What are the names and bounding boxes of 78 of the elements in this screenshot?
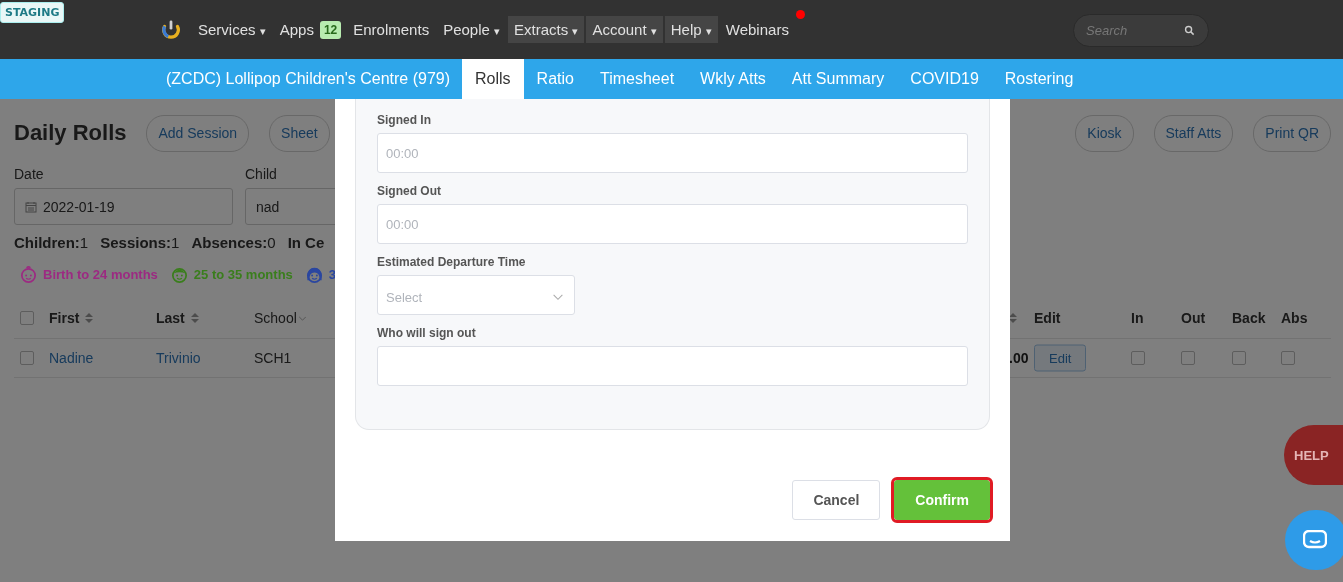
logo-icon[interactable] xyxy=(160,18,182,41)
field-label: Child xyxy=(245,166,278,182)
select-placeholder: Select xyxy=(386,289,423,305)
field-label: Who will sign out xyxy=(377,326,477,340)
chevron-down-icon xyxy=(552,293,564,301)
checkbox[interactable] xyxy=(1131,351,1145,365)
checkbox[interactable] xyxy=(1281,351,1295,365)
field-label: Estimated Departure Time xyxy=(377,255,527,269)
tab[interactable]: Wkly Atts xyxy=(687,59,779,99)
checkbox[interactable] xyxy=(20,351,34,365)
stat-text: Absences:0 xyxy=(191,234,276,251)
pill-button[interactable]: Kiosk xyxy=(1075,114,1134,152)
legend-label: 25 to 35 months xyxy=(193,267,293,282)
field-label: Signed In xyxy=(377,113,432,127)
nav-link[interactable]: People ▾ xyxy=(437,16,507,43)
column-header[interactable]: Last xyxy=(156,310,185,326)
input-field[interactable]: 00:00 xyxy=(377,133,968,173)
nav-link[interactable]: Webinars xyxy=(719,16,795,43)
table-cell: .00 xyxy=(1009,350,1029,366)
stat-text: In Ce xyxy=(287,234,325,251)
field-value: nad xyxy=(256,198,280,215)
nav-link[interactable]: Apps xyxy=(273,16,320,43)
child-face-icon xyxy=(169,265,189,284)
count-badge: 12 xyxy=(319,20,342,39)
column-header[interactable]: School xyxy=(254,310,297,326)
page-title: Daily Rolls xyxy=(14,120,127,146)
column-header: Out xyxy=(1181,310,1206,326)
field-label: Signed Out xyxy=(377,184,442,198)
column-header: Back xyxy=(1232,310,1266,326)
stat-text: Sessions:1 xyxy=(100,234,180,251)
column-header: Abs xyxy=(1281,310,1308,326)
edit-button[interactable]: Edit xyxy=(1034,344,1087,372)
nav-link[interactable]: Services ▾ xyxy=(192,16,272,43)
table-cell[interactable]: Nadine xyxy=(49,350,94,366)
input-field[interactable] xyxy=(377,346,968,386)
input-field[interactable]: 00:00 xyxy=(377,204,968,244)
pill-button[interactable]: Print QR xyxy=(1253,114,1331,152)
legend-label: Birth to 24 months xyxy=(43,267,158,282)
field-label: Date xyxy=(14,166,45,182)
girl-face-icon xyxy=(304,265,324,284)
table-cell[interactable]: Trivinio xyxy=(156,350,201,366)
search-icon[interactable] xyxy=(1184,25,1195,36)
table-cell: SCH1 xyxy=(254,350,292,366)
legend-label: 3 xyxy=(328,267,337,282)
checkbox[interactable] xyxy=(20,311,34,325)
column-header: In xyxy=(1131,310,1144,326)
tab[interactable]: Att Summary xyxy=(778,59,898,99)
checkbox[interactable] xyxy=(1232,351,1246,365)
tab[interactable]: Timesheet xyxy=(586,59,688,99)
column-header[interactable]: First xyxy=(49,310,80,326)
nav-link[interactable]: Enrolments xyxy=(347,16,436,43)
tab[interactable]: Ratio xyxy=(523,59,587,99)
tab[interactable]: Rolls xyxy=(462,59,524,99)
confirm-button[interactable]: Confirm xyxy=(894,480,990,520)
chat-button[interactable] xyxy=(1285,510,1343,570)
pill-button[interactable]: Add Session xyxy=(146,114,250,152)
tab[interactable]: Rostering xyxy=(991,59,1087,99)
calendar-icon xyxy=(25,200,37,213)
select-field[interactable]: Select xyxy=(377,275,575,315)
baby-face-icon xyxy=(19,265,38,284)
search-field[interactable]: Search xyxy=(1073,14,1209,47)
field-value: 2022-01-19 xyxy=(43,198,115,215)
stat-text: Children:1 xyxy=(14,234,89,251)
input-field[interactable]: 2022-01-19 xyxy=(14,188,233,225)
column-header: Edit xyxy=(1034,310,1061,326)
nav-link[interactable]: Extracts ▾ xyxy=(508,16,585,43)
nav-link[interactable]: Account ▾ xyxy=(586,16,663,43)
tab[interactable]: COVID19 xyxy=(897,59,992,99)
centre-name: (ZCDC) Lollipop Children's Centre (979) xyxy=(166,69,451,89)
cancel-button[interactable]: Cancel xyxy=(792,480,881,520)
pill-button[interactable]: Sheet xyxy=(269,114,330,152)
pill-button[interactable]: Staff Atts xyxy=(1153,114,1234,152)
chat-bubble-icon xyxy=(1303,530,1327,550)
staging-badge: STAGING xyxy=(0,2,65,23)
checkbox[interactable] xyxy=(1181,351,1195,365)
caret-icon[interactable] xyxy=(298,315,306,321)
help-button[interactable]: HELP xyxy=(1284,425,1343,485)
nav-link[interactable]: Help ▾ xyxy=(664,16,718,43)
